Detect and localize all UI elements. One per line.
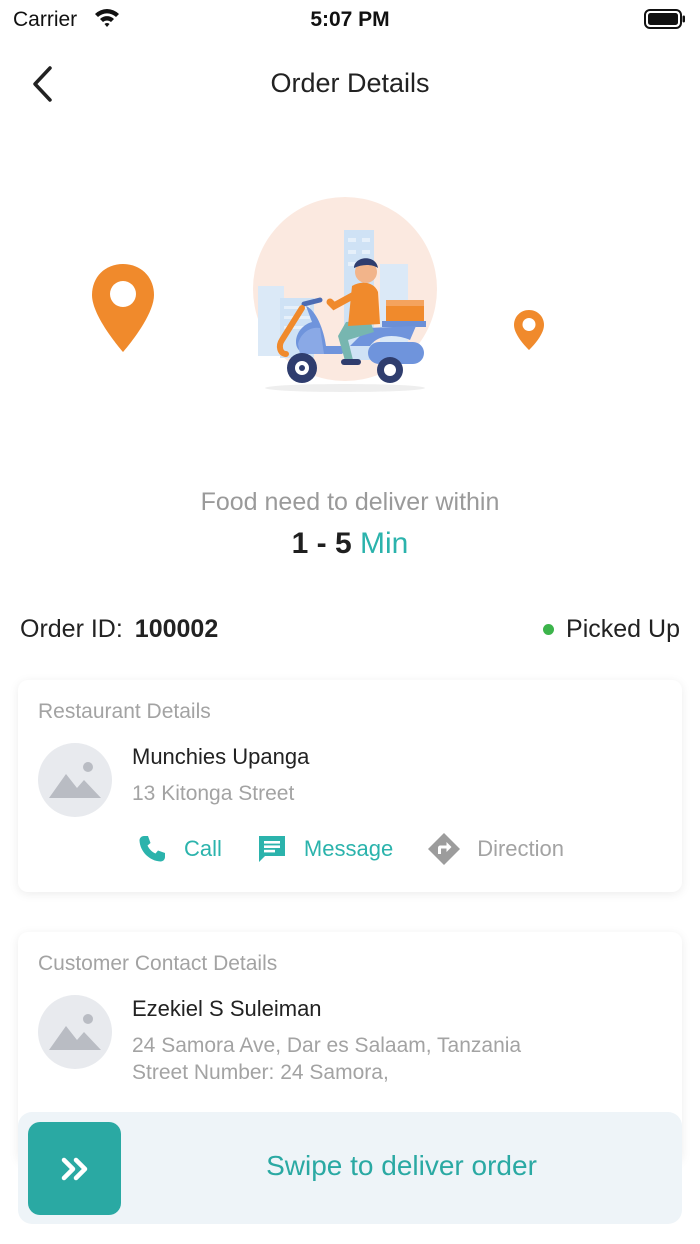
message-icon	[258, 836, 285, 862]
restaurant-actions: Call Message Direction	[18, 832, 682, 866]
customer-details-heading: Customer Contact Details	[38, 952, 278, 975]
customer-street-number: Street Number: 24 Samora,	[132, 1061, 389, 1084]
order-id-value: 100002	[134, 614, 219, 643]
customer-address-line: 24 Samora Ave, Dar es Salaam, Tanzania	[132, 1034, 522, 1057]
swipe-to-deliver-slider[interactable]: Swipe to deliver order	[18, 1112, 682, 1224]
page-title: Order Details	[270, 68, 430, 98]
delivery-message: Food need to deliver within	[200, 488, 500, 516]
call-button[interactable]: Call	[136, 832, 222, 866]
status-label: Picked Up	[566, 614, 680, 643]
double-chevron-right-icon	[61, 1157, 87, 1180]
customer-avatar	[38, 995, 112, 1069]
delivery-eta: 1 - 5 Min	[0, 527, 700, 561]
status-bar: Carrier 5:07 PM	[0, 0, 700, 40]
battery-icon	[644, 9, 686, 34]
location-pin-icon	[90, 262, 156, 359]
direction-button[interactable]: Direction	[427, 832, 564, 866]
direction-icon	[428, 833, 461, 865]
delivery-illustration	[0, 180, 700, 420]
order-summary-row: Order ID: 100002 Picked Up	[20, 612, 680, 646]
message-button[interactable]: Message	[256, 832, 393, 866]
restaurant-details-card: Restaurant Details Munchies Upanga 13 Ki…	[18, 680, 682, 892]
restaurant-details-heading: Restaurant Details	[38, 700, 211, 723]
order-id: Order ID: 100002	[20, 615, 218, 644]
customer-address: 24 Samora Ave, Dar es Salaam, Tanzania S…	[132, 1032, 521, 1086]
message-label: Message	[303, 836, 394, 861]
order-id-label: Order ID:	[20, 614, 123, 643]
eta-range: 1 - 5	[291, 527, 352, 560]
restaurant-name: Munchies Upanga	[132, 744, 310, 769]
phone-icon	[139, 836, 165, 862]
scooter-rider-icon	[250, 194, 440, 399]
customer-name: Ezekiel S Suleiman	[132, 996, 322, 1021]
restaurant-avatar	[38, 743, 112, 817]
swipe-label: Swipe to deliver order	[266, 1150, 537, 1181]
eta-unit: Min	[360, 527, 409, 560]
status-dot-icon	[543, 623, 555, 635]
image-placeholder-icon	[49, 762, 101, 798]
direction-label: Direction	[477, 836, 564, 861]
image-placeholder-icon	[49, 1014, 101, 1050]
restaurant-address: 13 Kitonga Street	[132, 782, 295, 805]
status-badge: Picked Up	[543, 615, 680, 644]
clock-time: 5:07 PM	[310, 8, 390, 31]
call-label: Call	[184, 836, 222, 861]
destination-pin-icon	[513, 309, 545, 356]
swipe-handle[interactable]	[28, 1122, 121, 1215]
